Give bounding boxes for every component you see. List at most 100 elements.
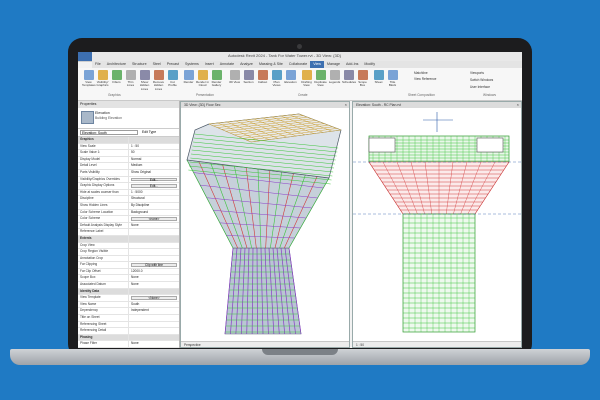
property-row: Crop Region Visible — [78, 249, 179, 256]
tab-file[interactable]: File — [92, 61, 104, 68]
ribbon-filters-button[interactable]: Filters — [110, 70, 123, 84]
property-value[interactable]: Medium — [129, 163, 179, 169]
property-value[interactable]: South — [129, 302, 179, 308]
duplicate-view-icon — [315, 70, 326, 80]
property-value[interactable]: Normal — [129, 157, 179, 163]
tab-view[interactable]: View — [310, 61, 325, 68]
property-row: Display Model Normal — [78, 156, 179, 164]
property-value[interactable]: Structural — [129, 196, 179, 202]
tab-annotate[interactable]: Annotate — [217, 61, 237, 68]
tab-systems[interactable]: Systems — [182, 61, 202, 68]
tab-precast[interactable]: Precast — [164, 61, 182, 68]
ribbon-button-label: Thin Lines — [126, 80, 135, 88]
property-key: Display Model — [78, 156, 129, 163]
property-category[interactable]: Extents — [78, 235, 179, 243]
property-value[interactable] — [129, 315, 179, 321]
tab-structure[interactable]: Structure — [129, 61, 150, 68]
property-edit-button[interactable]: <None> — [131, 296, 177, 300]
property-category[interactable]: Identity Data — [78, 288, 179, 296]
ribbon-3d-view-button[interactable]: 3D View — [228, 70, 241, 84]
view-elevation-window[interactable]: Elevation: South - RC Plan.rvt × 1: 50 — [352, 101, 522, 348]
property-value[interactable] — [129, 243, 179, 249]
property-value[interactable]: None — [129, 275, 179, 281]
property-key: Graphic Display Options — [78, 183, 129, 189]
ribbon-callout-button[interactable]: Callout — [256, 70, 269, 84]
app-menu-button[interactable] — [78, 52, 92, 61]
property-key: Title on Sheet — [78, 315, 129, 321]
property-edit-button[interactable]: Edit... — [131, 177, 177, 182]
ribbon-cut-profile-button[interactable]: Cut Profile — [166, 70, 179, 88]
tab-massing-site[interactable]: Massing & Site — [256, 61, 286, 68]
ribbon-remove-hidden-lines-button[interactable]: Remove Hidden Lines — [152, 70, 165, 91]
view-elevation-control-bar[interactable]: 1 : 50 — [353, 341, 521, 347]
view-3d-window[interactable]: 3D View: {3D} Floor Sec × Perspective — [180, 101, 350, 348]
ribbon-view-reference-button[interactable]: View Reference — [414, 77, 436, 81]
tab-steel[interactable]: Steel — [150, 61, 164, 68]
ribbon-switch-windows-button[interactable]: Switch Windows — [470, 78, 493, 82]
ribbon-render-gallery-button[interactable]: Render Gallery — [210, 70, 223, 88]
property-category[interactable]: Phasing — [78, 334, 179, 342]
tab-add-ins[interactable]: Add-Ins — [343, 61, 361, 68]
ribbon-render-in-cloud-button[interactable]: Render in Cloud — [196, 70, 209, 88]
view-3d-control-bar[interactable]: Perspective — [181, 341, 349, 347]
view-3d-tab[interactable]: 3D View: {3D} Floor Sec × — [181, 102, 349, 108]
tab-insert[interactable]: Insert — [202, 61, 217, 68]
ribbon-elevation-button[interactable]: Elevation — [284, 70, 297, 84]
property-edit-button[interactable]: Edit... — [131, 184, 177, 188]
property-key: Scope Box — [78, 275, 129, 282]
property-value[interactable] — [129, 249, 179, 255]
ribbon-title-block-button[interactable]: Title Block — [386, 70, 399, 88]
ribbon-show-hidden-lines-button[interactable]: Show Hidden Lines — [138, 70, 151, 91]
tab-architecture[interactable]: Architecture — [104, 61, 129, 68]
property-value[interactable] — [129, 328, 179, 334]
property-value[interactable]: 50 — [129, 150, 179, 156]
property-value[interactable]: None — [129, 282, 179, 288]
ribbon-render-button[interactable]: Render — [182, 70, 195, 84]
ribbon-legends-button[interactable]: Legends — [328, 70, 341, 84]
property-value[interactable]: 1 : 50 — [129, 144, 179, 150]
property-edit-button[interactable]: Clip with line — [131, 263, 177, 267]
close-icon[interactable]: × — [345, 102, 347, 108]
property-value[interactable]: Background — [129, 210, 179, 216]
tab-collaborate[interactable]: Collaborate — [286, 61, 310, 68]
ribbon-user-interface-button[interactable]: User Interface — [470, 85, 490, 89]
type-selector[interactable]: Elevation Building Elevation — [78, 108, 179, 129]
ribbon-viewports-button[interactable]: Viewports — [470, 71, 484, 75]
ribbon-button-label: Render in Cloud — [196, 80, 210, 88]
property-value[interactable]: None — [129, 223, 179, 229]
ribbon-schedules-button[interactable]: Schedules — [342, 70, 356, 84]
property-edit-button[interactable]: <none> — [131, 217, 177, 221]
ribbon-scope-box-button[interactable]: Scope Box — [356, 70, 369, 88]
ribbon-matchline-button[interactable]: Matchline — [414, 71, 428, 75]
tab-analyze[interactable]: Analyze — [237, 61, 256, 68]
edit-type-button[interactable]: Edit Type — [142, 130, 156, 134]
tab-modify[interactable]: Modify — [361, 61, 378, 68]
ribbon-button-label: Title Block — [388, 80, 397, 88]
property-category[interactable]: Graphics — [78, 137, 179, 144]
ribbon-button-label: Render Gallery — [211, 80, 222, 88]
property-value[interactable]: 12000.0 — [129, 269, 179, 275]
ribbon-thin-lines-button[interactable]: Thin Lines — [124, 70, 137, 88]
ribbon-view-templates-button[interactable]: View Templates — [82, 70, 96, 88]
property-row: Color Scheme Location Background — [78, 209, 179, 217]
property-value[interactable]: Show Original — [129, 170, 179, 176]
property-value[interactable] — [129, 256, 179, 262]
property-value[interactable]: None — [129, 341, 179, 347]
instance-selector[interactable]: Elevation: South — [80, 130, 138, 135]
property-value[interactable] — [129, 322, 179, 328]
close-icon[interactable]: × — [517, 102, 519, 108]
ribbon-drafting-view-button[interactable]: Drafting View — [300, 70, 313, 88]
ribbon-duplicate-view-button[interactable]: Duplicate View — [314, 70, 327, 88]
property-value[interactable]: By Discipline — [129, 203, 179, 209]
property-value[interactable] — [129, 229, 179, 235]
ribbon-sheet-button[interactable]: Sheet — [372, 70, 385, 84]
property-value[interactable]: Independent — [129, 308, 179, 314]
ribbon-visibility-graphics-button[interactable]: Visibility/ Graphics — [96, 70, 109, 88]
ribbon-plan-views-button[interactable]: Plan Views — [270, 70, 283, 88]
property-row: Reference Label — [78, 229, 179, 236]
ribbon-button-label: Callout — [257, 80, 268, 84]
ribbon-section-button[interactable]: Section — [242, 70, 255, 84]
view-elevation-tab[interactable]: Elevation: South - RC Plan.rvt × — [353, 102, 521, 108]
tab-manage[interactable]: Manage — [324, 61, 343, 68]
property-value[interactable]: 1 : 5000 — [129, 190, 179, 196]
